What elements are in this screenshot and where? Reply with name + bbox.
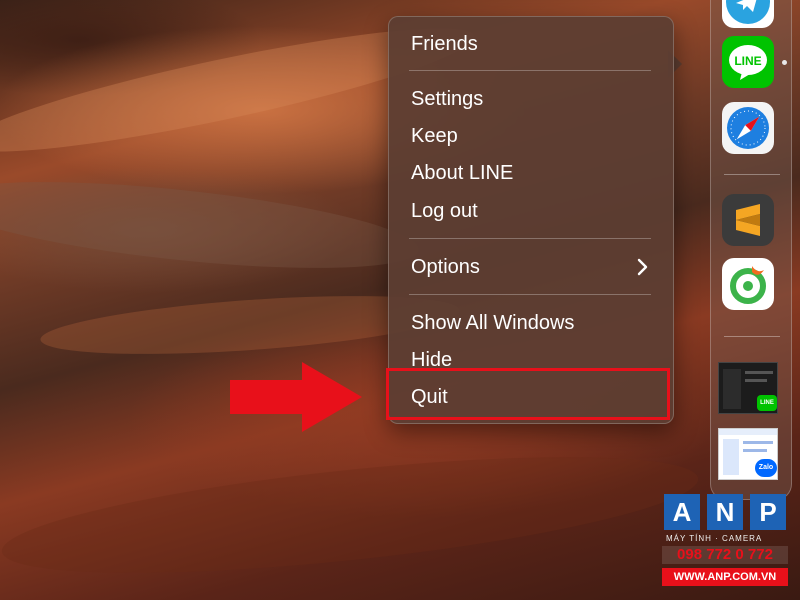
running-indicator-dot [782, 60, 787, 65]
rock-stripe [0, 433, 703, 597]
sublime-text-icon [736, 204, 760, 236]
window-preview [745, 379, 767, 382]
anp-logo-letter: P [750, 494, 786, 530]
window-preview [723, 369, 741, 409]
line-app-icon: LINE [729, 45, 767, 80]
dock-window-zalo[interactable]: Zalo [718, 428, 778, 480]
safari-compass-icon [727, 107, 769, 149]
red-arrow-icon [230, 362, 362, 432]
window-preview [723, 439, 739, 475]
anp-logo-letter: N [707, 494, 743, 530]
anp-watermark: A N P MÁY TÍNH · CAMERA 098 772 0 772 WW… [660, 488, 790, 592]
anp-phone-number: 098 772 0 772 [662, 546, 788, 564]
line-badge: LINE [757, 395, 777, 411]
menu-separator [409, 238, 651, 239]
dock-app-coccoc[interactable] [722, 258, 774, 310]
menu-item-show-all-windows[interactable]: Show All Windows [411, 308, 651, 338]
dock-window-line[interactable]: LINE [718, 362, 778, 414]
dock-separator [724, 174, 780, 175]
dock-app-telegram[interactable] [722, 0, 774, 28]
telegram-icon [726, 0, 770, 24]
window-preview [745, 371, 773, 374]
dock-app-line[interactable]: LINE [722, 36, 774, 88]
window-preview [743, 441, 773, 444]
menu-separator [409, 294, 651, 295]
menu-item-settings[interactable]: Settings [411, 84, 651, 114]
rock-stripe [0, 165, 423, 285]
anp-logo-letter: A [664, 494, 700, 530]
window-preview [719, 429, 777, 435]
menu-separator [409, 70, 651, 71]
menu-item-keep[interactable]: Keep [411, 121, 651, 151]
anp-tagline: MÁY TÍNH · CAMERA [666, 534, 763, 543]
window-preview [743, 449, 767, 452]
menu-item-about-line[interactable]: About LINE [411, 158, 651, 188]
dock-app-sublime-text[interactable] [722, 194, 774, 246]
line-icon-label: LINE [734, 54, 761, 68]
dock-context-menu: Friends Settings Keep About LINE Log out… [388, 16, 674, 424]
menu-item-log-out[interactable]: Log out [411, 196, 651, 226]
menu-item-friends[interactable]: Friends [411, 29, 651, 59]
chevron-right-icon [637, 258, 648, 276]
dock-separator [724, 336, 780, 337]
quit-highlight-box [386, 368, 670, 420]
dock-app-safari[interactable] [722, 102, 774, 154]
anp-website: WWW.ANP.COM.VN [662, 568, 788, 586]
zalo-badge: Zalo [755, 459, 777, 477]
menu-item-options[interactable]: Options [411, 252, 651, 282]
coccoc-browser-icon [730, 266, 766, 304]
